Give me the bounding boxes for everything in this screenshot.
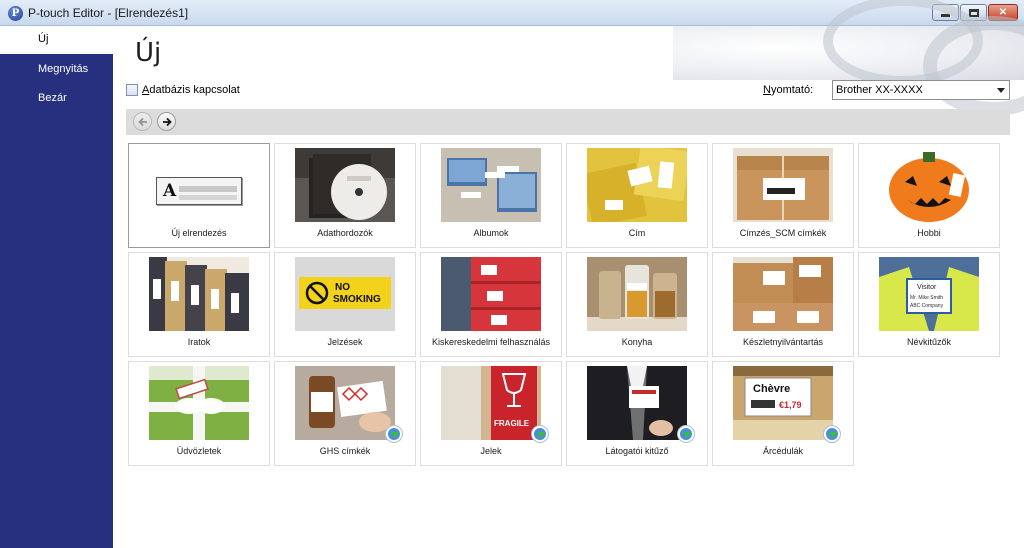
- database-connection-checkbox[interactable]: Adatbázis kapcsolat: [126, 84, 240, 96]
- price-value-text: €1,79: [779, 400, 802, 410]
- greetings-thumbnail: [149, 366, 249, 440]
- hobby-thumbnail: [879, 148, 979, 222]
- template-tile-signs[interactable]: NO SMOKING Jelzések: [274, 252, 416, 357]
- arrow-left-icon: [137, 117, 147, 126]
- no-smoking-text-2: SMOKING: [333, 294, 381, 305]
- sidebar-item-close[interactable]: Bezár: [0, 85, 113, 113]
- main-panel: Új Adatbázis kapcsolat Nyomtató: Brother…: [113, 0, 1024, 548]
- kitchen-thumbnail: [587, 257, 687, 331]
- navigation-bar: [126, 109, 1010, 135]
- maximize-icon: [968, 8, 979, 17]
- window-title: P-touch Editor - [Elrendezés1]: [28, 6, 189, 20]
- template-tile-inventory[interactable]: Készletnyilvántartás: [712, 252, 854, 357]
- name-badges-thumbnail: Visitor Mr. Mike Smith ABC Company: [879, 257, 979, 331]
- template-caption: Névkitűzők: [906, 337, 951, 347]
- template-caption: Albumok: [473, 228, 509, 238]
- visitor-name-text: Mr. Mike Smith: [910, 295, 943, 301]
- inventory-thumbnail: [733, 257, 833, 331]
- template-tile-ghs-labels[interactable]: GHS címkék: [274, 361, 416, 466]
- chevron-down-icon: [997, 88, 1005, 93]
- template-caption: Készletnyilvántartás: [742, 337, 824, 347]
- no-smoking-text-1: NO: [335, 282, 350, 293]
- price-name-text: Chèvre: [753, 383, 790, 395]
- template-caption: Iratok: [187, 337, 211, 347]
- template-tile-name-badges[interactable]: Visitor Mr. Mike Smith ABC Company Névki…: [858, 252, 1000, 357]
- addressing-scm-thumbnail: [733, 148, 833, 222]
- template-tile-kitchen[interactable]: Konyha: [566, 252, 708, 357]
- template-tile-price-tags[interactable]: Chèvre €1,79 Árcédulák: [712, 361, 854, 466]
- sidebar: Új Megnyitás Bezár: [0, 26, 113, 548]
- header-banner: [673, 0, 1024, 116]
- template-tile-hobby[interactable]: Hobbi: [858, 143, 1000, 248]
- template-caption: Cím: [628, 228, 646, 238]
- sidebar-item-new[interactable]: Új: [0, 26, 113, 54]
- visitor-badge-thumbnail: [587, 366, 687, 440]
- arrow-right-icon: [162, 117, 172, 126]
- printer-dropdown[interactable]: Brother XX-XXXX: [832, 80, 1010, 100]
- ghs-labels-thumbnail: [295, 366, 395, 440]
- template-caption: Címzés_SCM címkék: [739, 228, 827, 238]
- retail-thumbnail: [441, 257, 541, 331]
- template-tile-address[interactable]: Cím: [566, 143, 708, 248]
- download-icon: [823, 425, 841, 443]
- new-layout-thumbnail: A: [149, 148, 249, 222]
- template-caption: Konyha: [621, 337, 653, 347]
- printer-label: Nyomtató:: [763, 84, 814, 96]
- template-tile-new-layout[interactable]: A Új elrendezés: [128, 143, 270, 248]
- forward-button[interactable]: [157, 112, 176, 131]
- visitor-text: Visitor: [917, 284, 937, 291]
- signs-marks-thumbnail: FRAGILE: [441, 366, 541, 440]
- template-caption: Árcédulák: [762, 446, 804, 456]
- documents-thumbnail: [149, 257, 249, 331]
- database-connection-label: Adatbázis kapcsolat: [142, 84, 240, 96]
- template-tile-addressing-scm[interactable]: Címzés_SCM címkék: [712, 143, 854, 248]
- template-caption: Hobbi: [917, 228, 941, 238]
- template-caption: Látogatói kitűző: [605, 446, 669, 456]
- template-tile-documents[interactable]: Iratok: [128, 252, 270, 357]
- ptouch-app-icon[interactable]: P: [8, 6, 23, 21]
- template-caption: Kiskereskedelmi felhasználás: [431, 337, 551, 347]
- template-caption: GHS címkék: [319, 446, 371, 456]
- sidebar-item-open[interactable]: Megnyitás: [0, 56, 113, 84]
- signs-thumbnail: NO SMOKING: [295, 257, 395, 331]
- price-tags-thumbnail: Chèvre €1,79: [733, 366, 833, 440]
- template-tile-visitor-badge[interactable]: Látogatói kitűző: [566, 361, 708, 466]
- download-icon: [385, 425, 403, 443]
- albums-thumbnail: [441, 148, 541, 222]
- visitor-company-text: ABC Company: [910, 303, 944, 309]
- download-icon: [531, 425, 549, 443]
- media-thumbnail: [295, 148, 395, 222]
- template-tile-greetings[interactable]: Üdvözletek: [128, 361, 270, 466]
- fragile-text: FRAGILE: [494, 419, 530, 428]
- template-caption: Üdvözletek: [176, 446, 222, 456]
- page-title: Új: [135, 38, 162, 68]
- address-thumbnail: [587, 148, 687, 222]
- back-button[interactable]: [133, 112, 152, 131]
- download-icon: [677, 425, 695, 443]
- template-caption: Új elrendezés: [171, 228, 227, 238]
- template-tile-media[interactable]: Adathordozók: [274, 143, 416, 248]
- template-caption: Jelzések: [327, 337, 363, 347]
- template-tile-signs-marks[interactable]: FRAGILE Jelek: [420, 361, 562, 466]
- template-caption: Adathordozók: [317, 228, 373, 238]
- template-tile-albums[interactable]: Albumok: [420, 143, 562, 248]
- checkbox-box[interactable]: [126, 84, 138, 96]
- printer-selected-value: Brother XX-XXXX: [836, 84, 923, 96]
- template-tile-retail[interactable]: Kiskereskedelmi felhasználás: [420, 252, 562, 357]
- template-caption: Jelek: [480, 446, 502, 456]
